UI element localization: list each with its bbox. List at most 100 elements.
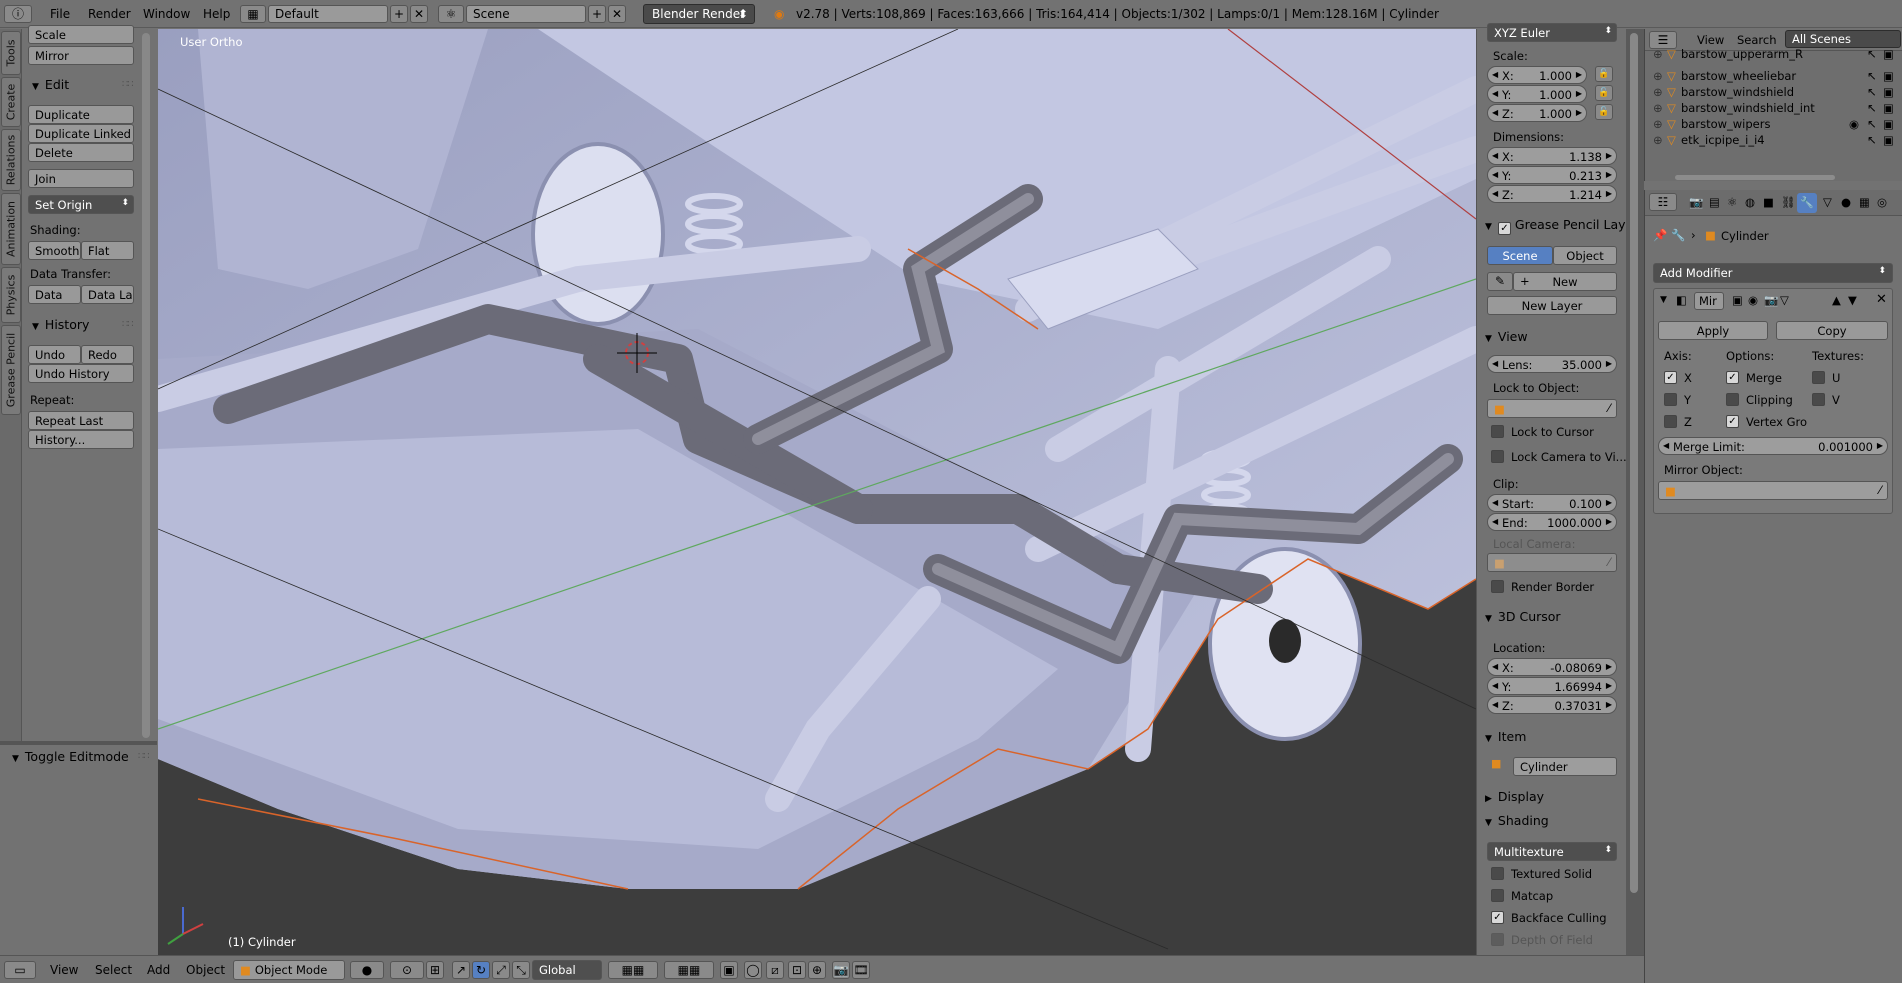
collapse-arrow-icon[interactable]: ▼ (1660, 295, 1667, 305)
undo-history-button[interactable]: Undo History (28, 364, 134, 383)
render-engine-dropdown[interactable]: Blender Render ⬍ (643, 4, 755, 24)
toolshelf-scrollbar[interactable] (142, 33, 150, 738)
decrement-arrow-icon[interactable]: ◀ (1492, 151, 1498, 160)
outliner-row[interactable]: ⊕ ▽ etk_icpipe_i_i4 ↖ ▣ (1645, 131, 1902, 149)
lock-layers-icon[interactable]: ▣ (720, 961, 738, 979)
lock-object-field[interactable]: ■ ⁄ (1487, 399, 1617, 418)
render-layers-tab-icon[interactable]: ▤ (1709, 195, 1720, 209)
decrement-arrow-icon[interactable]: ◀ (1492, 517, 1498, 526)
proportional-edit-icon[interactable]: ◯ (744, 961, 762, 979)
scale-button[interactable]: Scale (28, 25, 134, 44)
data-layout-button[interactable]: Data La (81, 285, 134, 304)
mode-dropdown[interactable]: ■ Object Mode (233, 960, 345, 980)
snap-element-icon[interactable]: ⊡ (788, 961, 806, 979)
texture-tab-icon[interactable]: ▦ (1859, 195, 1870, 209)
texture-v-checkbox[interactable] (1812, 393, 1825, 406)
grease-pencil-checkbox[interactable]: ✓ (1497, 222, 1511, 235)
increment-arrow-icon[interactable]: ▶ (1576, 108, 1582, 117)
lock-to-cursor-checkbox[interactable] (1491, 425, 1504, 438)
apply-button[interactable]: Apply (1658, 321, 1768, 340)
decrement-arrow-icon[interactable]: ◀ (1492, 700, 1498, 709)
scene-icon[interactable]: ⚛ (438, 5, 464, 23)
textured-solid-checkbox[interactable] (1491, 867, 1504, 880)
tab-tools[interactable]: Tools (1, 31, 21, 75)
viewport-shading-icon[interactable]: ● (350, 961, 384, 979)
info-editor-icon[interactable]: ⓘ (4, 5, 32, 23)
snap-icon[interactable]: ⧄ (766, 961, 784, 979)
3d-cursor-panel-header[interactable]: ▼ 3D Cursor (1485, 609, 1561, 624)
expand-icon[interactable]: ⊕ (1653, 133, 1663, 147)
render-tab-icon[interactable]: 📷 (1689, 195, 1703, 209)
camera-render-icon[interactable]: ▣ (1883, 47, 1894, 61)
scale-x-field[interactable]: ◀ X: 1.000 ▶ (1487, 66, 1587, 84)
expand-icon[interactable]: ⊕ (1653, 47, 1663, 61)
render-border-checkbox[interactable] (1491, 580, 1504, 593)
move-up-icon[interactable]: ▲ (1832, 293, 1841, 307)
cursor-select-icon[interactable]: ↖ (1867, 117, 1877, 131)
grease-pencil-panel-header[interactable]: ▼ ✓ Grease Pencil Laye (1485, 217, 1633, 235)
camera-render-icon[interactable]: ▣ (1883, 133, 1894, 147)
modifiers-tab-icon[interactable]: 🔧 (1797, 193, 1817, 213)
camera-render-icon[interactable]: ▣ (1883, 85, 1894, 99)
decrement-arrow-icon[interactable]: ◀ (1492, 189, 1498, 198)
expand-icon[interactable]: ⊕ (1653, 101, 1663, 115)
data-tab-icon[interactable]: ▽ (1823, 195, 1832, 209)
layers-row-1-icon[interactable]: ▦▦ (608, 961, 658, 979)
tab-grease-pencil[interactable]: Grease Pencil (1, 325, 21, 415)
set-origin-dropdown[interactable]: Set Origin ⬍ (28, 195, 134, 214)
outliner-view-menu[interactable]: View (1697, 33, 1724, 47)
increment-arrow-icon[interactable]: ▶ (1606, 170, 1612, 179)
flat-button[interactable]: Flat (81, 241, 134, 260)
view-panel-header[interactable]: ▼ View (1485, 329, 1528, 344)
menu-help[interactable]: Help (203, 7, 230, 21)
backface-culling-checkbox[interactable]: ✓ (1491, 911, 1504, 924)
opengl-anim-icon[interactable]: 🎞 (852, 961, 870, 979)
cursor-select-icon[interactable]: ↖ (1867, 133, 1877, 147)
scene-tab-icon[interactable]: ⚛ (1727, 195, 1737, 209)
decrement-arrow-icon[interactable]: ◀ (1492, 662, 1498, 671)
new-layer-button[interactable]: New Layer (1487, 296, 1617, 315)
merge-checkbox[interactable]: ✓ (1726, 371, 1739, 384)
cage-toggle-icon[interactable]: ▽ (1780, 293, 1789, 307)
close-scene-icon[interactable]: ✕ (608, 5, 626, 23)
lens-field[interactable]: ◀ Lens: 35.000 ▶ (1487, 355, 1617, 373)
mirror-object-field[interactable]: ■ ⁄ (1658, 481, 1888, 500)
cursor-select-icon[interactable]: ↖ (1867, 47, 1877, 61)
tab-relations[interactable]: Relations (1, 129, 21, 191)
tab-create[interactable]: Create (1, 77, 21, 127)
scale-mode-icon[interactable]: ⤡ (512, 961, 530, 979)
modifier-name-field[interactable]: Mir (1694, 292, 1724, 310)
merge-limit-field[interactable]: ◀ Merge Limit: 0.001000 ▶ (1658, 437, 1888, 455)
add-scene-icon[interactable]: + (588, 5, 606, 23)
object-name-field[interactable]: Cylinder (1513, 757, 1617, 776)
join-button[interactable]: Join (28, 169, 134, 188)
clip-start-field[interactable]: ◀ Start: 0.100 ▶ (1487, 494, 1617, 512)
3d-viewport[interactable]: User Ortho (1) Cylinder (158, 29, 1476, 955)
decrement-arrow-icon[interactable]: ◀ (1663, 441, 1669, 450)
move-down-icon[interactable]: ▼ (1848, 293, 1857, 307)
world-tab-icon[interactable]: ◍ (1745, 195, 1755, 209)
decrement-arrow-icon[interactable]: ◀ (1492, 108, 1498, 117)
history-button[interactable]: History... (28, 430, 134, 449)
data-transfer-button[interactable]: Data (28, 285, 81, 304)
menu-render[interactable]: Render (88, 7, 131, 21)
mirror-button[interactable]: Mirror (28, 46, 134, 65)
viewport-toggle-icon[interactable]: ◉ (1748, 293, 1758, 307)
menu-window[interactable]: Window (143, 7, 190, 21)
menu-add[interactable]: Add (147, 963, 170, 977)
cursor-select-icon[interactable]: ↖ (1867, 85, 1877, 99)
npanel-scrollbar[interactable] (1630, 33, 1638, 893)
increment-arrow-icon[interactable]: ▶ (1606, 359, 1612, 368)
increment-arrow-icon[interactable]: ▶ (1606, 498, 1612, 507)
object-toggle-button[interactable]: Object (1553, 246, 1617, 265)
axis-y-checkbox[interactable] (1664, 393, 1677, 406)
increment-arrow-icon[interactable]: ▶ (1606, 151, 1612, 160)
transform-orientation-dropdown[interactable]: Global (532, 960, 602, 980)
redo-button[interactable]: Redo (81, 345, 134, 364)
edit-panel-header[interactable]: ▼ Edit (32, 77, 69, 92)
texture-u-checkbox[interactable] (1812, 371, 1825, 384)
menu-file[interactable]: File (50, 7, 70, 21)
pin-icon[interactable]: 📌 (1653, 228, 1667, 242)
menu-view[interactable]: View (50, 963, 78, 977)
expand-icon[interactable]: ⊕ (1653, 117, 1663, 131)
